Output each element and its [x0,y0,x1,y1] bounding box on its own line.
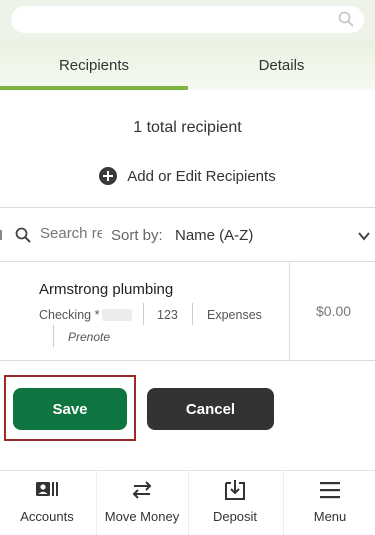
top-bar [0,0,375,40]
tab-details[interactable]: Details [188,40,375,90]
nav-divider [283,471,284,535]
search-sort-bar: Sort by: Name (A-Z) [0,207,375,262]
search-icon [15,227,31,243]
nav-divider [188,471,189,535]
active-tab-indicator [0,86,188,90]
meta-divider [143,303,144,325]
scroll-edge-indicator [0,230,4,240]
recipient-search-input[interactable] [40,225,102,242]
nav-deposit-label: Deposit [212,509,258,524]
routing-suffix: 123 [157,308,178,322]
recipient-list-item[interactable]: Armstrong plumbing Checking * 123 Expens… [0,262,375,361]
nav-accounts[interactable]: Accounts [17,471,77,531]
sort-by-label: Sort by: [111,227,163,244]
cancel-button[interactable]: Cancel [147,388,274,430]
account-info: Checking * [39,305,133,325]
tab-bar: Recipients Details [0,40,375,90]
save-button[interactable]: Save [13,388,127,430]
transfer-arrows-icon [132,481,152,499]
masked-account-number [102,309,133,321]
sort-select[interactable]: Name (A-Z) [175,227,253,244]
search-icon [338,11,354,27]
nav-move-money-label: Move Money [104,509,180,524]
nav-move-money[interactable]: Move Money [101,471,183,531]
tab-recipients[interactable]: Recipients [0,40,188,90]
plus-circle-icon [99,167,118,185]
recipient-category: Expenses [207,308,262,322]
nav-menu[interactable]: Menu [300,471,360,531]
hamburger-menu-icon [320,482,340,499]
accounts-icon [36,482,58,496]
meta-divider [53,325,54,347]
total-recipients-text: 1 total recipient [133,119,242,136]
nav-menu-label: Menu [313,509,347,524]
nav-accounts-label: Accounts [20,509,74,524]
global-search-input[interactable] [11,6,364,33]
nav-divider [96,471,97,535]
account-type: Checking * [39,308,100,322]
bottom-navigation: Accounts Move Money Deposit Menu [0,470,375,535]
prenote-status: Prenote [68,330,111,344]
meta-divider [192,303,193,325]
chevron-down-icon[interactable] [357,229,371,243]
amount-column-divider [289,262,290,361]
payment-amount[interactable]: $0.00 [316,303,351,319]
nav-deposit[interactable]: Deposit [205,471,265,531]
add-edit-recipients-label: Add or Edit Recipients [127,167,276,185]
deposit-icon [225,480,245,500]
recipient-name: Armstrong plumbing [39,281,174,298]
add-edit-recipients-button[interactable]: Add or Edit Recipients [0,167,375,185]
